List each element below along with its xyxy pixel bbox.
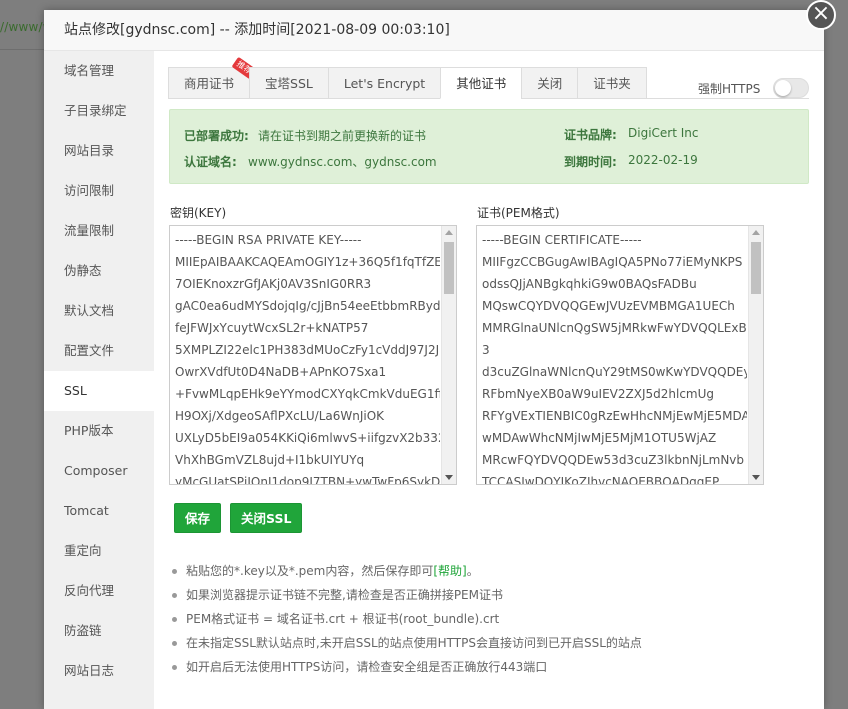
sidebar-item-default-doc[interactable]: 默认文档	[44, 291, 154, 331]
scroll-down-icon[interactable]	[752, 475, 760, 480]
scroll-down-icon[interactable]	[445, 475, 453, 480]
settings-sidebar: 域名管理 子目录绑定 网站目录 访问限制 流量限制 伪静态 默认文档 配置文件 …	[44, 51, 154, 709]
help-link[interactable]: [帮助]	[433, 564, 466, 578]
key-line: feJFWJxYcuytWcxSL2r+kNATP57	[175, 321, 369, 335]
key-line: +FvwMLqpEHk9eYYmodCXYqkCmkVduEG1ff	[175, 387, 440, 401]
sidebar-item-hotlink-protection[interactable]: 防盗链	[44, 611, 154, 651]
sidebar-item-php-version[interactable]: PHP版本	[44, 411, 154, 451]
cert-line: -----BEGIN CERTIFICATE-----	[482, 233, 642, 247]
tip-item: 在未指定SSL默认站点时,未开启SSL的站点使用HTTPS会直接访问到已开启SS…	[172, 631, 642, 655]
key-scroll-thumb[interactable]	[444, 242, 454, 294]
brand-key: 证书品牌:	[564, 128, 617, 142]
key-line: OwrXVdfUt0D4NaDB+APnKO7Sxa1	[175, 365, 387, 379]
key-line: VhXhBGmVZL8ujd+I1bkUIYUYq	[175, 453, 365, 467]
cert-line: d3cuZGlnaWNlcnQuY29tMS0wKwYDVQQDEy	[482, 365, 747, 379]
cert-line: MRcwFQYDVQQDEw53d3cuZ3lkbnNjLmNvb	[482, 453, 745, 467]
cert-scrollbar[interactable]	[748, 226, 763, 484]
ssl-panel: 商用证书 推荐 宝塔SSL Let's Encrypt 其他证书 关闭 证书夹 …	[154, 51, 824, 709]
cert-lines: -----BEGIN CERTIFICATE----- MIIFgzCCBGug…	[482, 229, 747, 485]
cert-scroll-thumb[interactable]	[751, 242, 761, 294]
force-https-label: 强制HTTPS	[698, 82, 761, 96]
key-scrollbar[interactable]	[441, 226, 456, 484]
deployed-value: 请在证书到期之前更换新的证书	[258, 129, 427, 143]
tab-close[interactable]: 关闭	[521, 67, 579, 99]
cert-line: TCCASIwDQYJKoZIhvcNAQEBBQADggEP	[482, 475, 720, 485]
sidebar-item-traffic-limit[interactable]: 流量限制	[44, 211, 154, 251]
ssl-tabs: 商用证书 推荐 宝塔SSL Let's Encrypt 其他证书 关闭 证书夹	[168, 56, 647, 99]
cert-field-label: 证书(PEM格式)	[477, 206, 560, 220]
tip-item: 粘贴您的*.key以及*.pem内容，然后保存即可[帮助]。	[172, 559, 642, 583]
domain-key: 认证域名:	[184, 155, 237, 169]
key-line: MIIEpAIBAAKCAQEAmOGIY1z+36Q5f1fqTfZE	[175, 255, 440, 269]
private-key-textarea[interactable]: -----BEGIN RSA PRIVATE KEY----- MIIEpAIB…	[169, 225, 457, 485]
sidebar-item-redirect[interactable]: 重定向	[44, 531, 154, 571]
brand-value: DigiCert Inc	[628, 126, 699, 140]
key-line: yMcGUatSPjJOnJ1dop9J7TBN+ywTwFp6SykD	[175, 475, 440, 485]
tab-cert-folder[interactable]: 证书夹	[577, 67, 647, 99]
expiry-key: 到期时间:	[564, 155, 617, 169]
help-tips-list: 粘贴您的*.key以及*.pem内容，然后保存即可[帮助]。 如果浏览器提示证书…	[172, 559, 642, 679]
cert-line: 3	[482, 343, 490, 357]
site-edit-dialog: 站点修改[gydnsc.com] -- 添加时间[2021-08-09 00:0…	[44, 10, 824, 709]
certificate-textarea[interactable]: -----BEGIN CERTIFICATE----- MIIFgzCCBGug…	[476, 225, 764, 485]
key-line: gAC0ea6udMYSdojqIg/cJjBn54eeEtbbmRByd	[175, 299, 440, 313]
background-divider	[0, 49, 44, 50]
cert-line: MIIFgzCCBGugAwIBAgIQA5PNo77iEMyNKPS	[482, 255, 743, 269]
tab-other-cert[interactable]: 其他证书	[440, 67, 523, 99]
cert-line: MMRGlnaUNlcnQgSW5jMRkwFwYDVQQLExB	[482, 321, 747, 335]
deployed-key: 已部署成功:	[184, 129, 249, 143]
cert-line: wMDAwWhcNMjIwMjE5MjM1OTU5WjAZ	[482, 431, 717, 445]
close-dialog-icon[interactable]: ×	[806, 0, 836, 30]
scroll-up-icon[interactable]	[752, 230, 760, 235]
domain-value: www.gydnsc.com、gydnsc.com	[248, 155, 437, 169]
tab-baota-ssl[interactable]: 宝塔SSL	[249, 67, 329, 99]
cert-line: MQswCQYDVQQGEwJVUzEVMBMGA1UECh	[482, 299, 735, 313]
cert-line: RFYgVExTIENBIC0gRzEwHhcNMjEwMjE5MDA	[482, 409, 747, 423]
sidebar-item-rewrite[interactable]: 伪静态	[44, 251, 154, 291]
sidebar-item-site-log[interactable]: 网站日志	[44, 651, 154, 691]
ssl-status-box: 已部署成功: 请在证书到期之前更换新的证书 认证域名: www.gydnsc.c…	[169, 109, 809, 184]
cert-line: RFbmNyeXB0aW9uIEV2ZXJ5d2hlcmUg	[482, 387, 715, 401]
sidebar-item-access-limit[interactable]: 访问限制	[44, 171, 154, 211]
tab-lets-encrypt[interactable]: Let's Encrypt	[327, 67, 442, 99]
sidebar-item-ssl[interactable]: SSL	[44, 371, 154, 411]
save-button[interactable]: 保存	[174, 503, 222, 533]
key-field-label: 密钥(KEY)	[170, 206, 227, 220]
tab-commercial-cert[interactable]: 商用证书 推荐	[168, 56, 257, 99]
key-line: -----BEGIN RSA PRIVATE KEY-----	[175, 233, 362, 247]
cert-line: odssQJjANBgkqhkiG9w0BAQsFADBu	[482, 277, 697, 291]
expiry-value: 2022-02-19	[628, 153, 698, 167]
sidebar-item-subdirectory[interactable]: 子目录绑定	[44, 91, 154, 131]
scroll-up-icon[interactable]	[445, 230, 453, 235]
tip-item: PEM格式证书 = 域名证书.crt + 根证书(root_bundle).cr…	[172, 607, 642, 631]
sidebar-item-tomcat[interactable]: Tomcat	[44, 491, 154, 531]
dialog-title: 站点修改[gydnsc.com] -- 添加时间[2021-08-09 00:0…	[44, 10, 824, 51]
sidebar-item-composer[interactable]: Composer	[44, 451, 154, 491]
key-line: UXLyD5bEI9a054KKiQi6mlwvS+iifgzvX2b332s	[175, 431, 440, 445]
key-lines: -----BEGIN RSA PRIVATE KEY----- MIIEpAIB…	[175, 229, 440, 485]
key-line: 7OIEKnoxzrGfJAKj0AV3SnIG0RR3	[175, 277, 372, 291]
close-ssl-button[interactable]: 关闭SSL	[230, 503, 303, 533]
sidebar-item-site-directory[interactable]: 网站目录	[44, 131, 154, 171]
tip-item: 如开启后无法使用HTTPS访问，请检查安全组是否正确放行443端口	[172, 655, 642, 679]
tip-item: 如果浏览器提示证书链不完整,请检查是否正确拼接PEM证书	[172, 583, 642, 607]
force-https-toggle[interactable]	[773, 78, 809, 98]
sidebar-item-config-file[interactable]: 配置文件	[44, 331, 154, 371]
key-line: H9OXj/XdgeoSAflPXcLU/La6WnJiOK	[175, 409, 385, 423]
toggle-knob	[775, 80, 791, 96]
tab-label: 商用证书	[184, 76, 235, 91]
sidebar-item-domain[interactable]: 域名管理	[44, 51, 154, 91]
key-line: 5XMPLZI22elc1PH383dMUoCzFy1cVddJ97J2J	[175, 343, 440, 357]
sidebar-item-reverse-proxy[interactable]: 反向代理	[44, 571, 154, 611]
